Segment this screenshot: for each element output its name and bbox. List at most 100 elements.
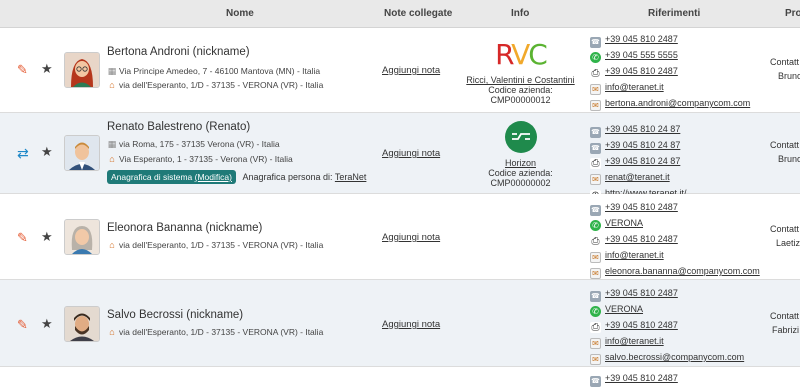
address-line: ⌂ via dell'Esperanto, 1/D - 37135 - VERON… [107, 80, 323, 90]
ref-fax[interactable]: ⎙ +39 045 810 24 87 [590, 153, 687, 169]
building-icon: ▦ [107, 66, 117, 76]
ref-email[interactable]: ✉ eleonora.bananna@companycom.com [590, 263, 760, 279]
pro-cell: Contatt [770, 57, 800, 67]
contact-name[interactable]: Renato Balestreno (Renato) [107, 121, 250, 133]
ref-email[interactable]: ✉ info@teranet.it [590, 247, 760, 263]
riferimenti-list: ☎ +39 045 810 2487 ✆ VERONA ⎙ +39 045 810 2… [590, 285, 744, 365]
riferimenti-list: ☎ +39 045 810 2487 [590, 372, 678, 387]
pencil-icon[interactable]: ✎ [17, 62, 28, 78]
ref-whatsapp[interactable]: ✆ VERONA [590, 215, 760, 231]
avatar [64, 306, 100, 342]
ref-phone[interactable]: ☎ +39 045 810 2487 [590, 372, 678, 387]
whatsapp-icon: ✆ [590, 52, 601, 63]
ref-phone[interactable]: ☎ +39 045 810 2487 [590, 199, 760, 216]
mail-icon: ✉ [590, 338, 601, 349]
ref-whatsapp[interactable]: ✆ +39 045 555 5555 [590, 47, 750, 63]
column-header-info[interactable]: Info [511, 8, 529, 19]
home-icon: ⌂ [109, 154, 115, 164]
mail-icon: ✉ [590, 252, 601, 263]
ref-fax[interactable]: ⎙ +39 045 810 2487 [590, 231, 760, 247]
table-row: ⇄ ★ Renato Balestreno (Renato) ▦ via Roma… [0, 113, 800, 201]
address-line: ⌂ via dell'Esperanto, 1/D - 37135 - VERON… [107, 240, 323, 250]
avatar [64, 135, 100, 171]
company-logo: RVC [495, 38, 548, 71]
company-code: Codice azienda: CMP00000012 [488, 85, 553, 105]
home-icon: ⌂ [109, 240, 115, 250]
mail-icon: ✉ [590, 100, 601, 111]
riferimenti-list: ☎ +39 045 810 2487 ✆ VERONA ⎙ +39 045 810 2… [590, 199, 760, 279]
ref-email[interactable]: ✉ salvo.becrossi@companycom.com [590, 349, 744, 365]
fax-icon: ⎙ [590, 236, 601, 247]
mail-icon: ✉ [590, 174, 601, 185]
company-logo [458, 120, 583, 155]
ref-email[interactable]: ✉ bertona.androni@companycom.com [590, 95, 750, 111]
company-info: RVC Ricci, Valentini e Costantini Codice… [458, 38, 583, 105]
pro-cell: Bruno [778, 71, 800, 81]
avatar [64, 52, 100, 88]
whatsapp-icon: ✆ [590, 220, 601, 231]
star-icon[interactable]: ★ [41, 229, 53, 245]
pencil-icon[interactable]: ✎ [17, 317, 28, 333]
company-link[interactable]: Ricci, Valentini e Costantini [458, 75, 583, 85]
star-icon[interactable]: ★ [41, 144, 53, 160]
add-note-link[interactable]: Aggiungi nota [382, 148, 440, 159]
pro-cell: Contatt [770, 140, 800, 150]
ref-fax[interactable]: ⎙ +39 045 810 2487 [590, 317, 744, 333]
pro-cell: Laetiz [776, 238, 800, 248]
sync-icon[interactable]: ⇄ [17, 145, 29, 162]
column-header-nome[interactable]: Nome [226, 8, 254, 19]
whatsapp-icon: ✆ [590, 306, 601, 317]
badge-row: Anagrafica di sistema (Modifica) Anagraf… [107, 170, 366, 184]
horizon-logo-icon [504, 121, 537, 153]
home-icon: ⌂ [109, 80, 115, 90]
add-note-link[interactable]: Aggiungi nota [382, 319, 440, 330]
table-header: Nome Note collegate Info Riferimenti Pro [0, 0, 800, 28]
column-header-riferimenti[interactable]: Riferimenti [648, 8, 700, 19]
add-note-link[interactable]: Aggiungi nota [382, 65, 440, 76]
company-code: Codice azienda: CMP00000002 [488, 168, 553, 188]
star-icon[interactable]: ★ [41, 61, 53, 77]
ref-fax[interactable]: ⎙ +39 045 810 2487 [590, 63, 750, 79]
ref-email[interactable]: ✉ renat@teranet.it [590, 169, 687, 185]
ref-phone[interactable]: ☎ +39 045 810 24 87 [590, 121, 687, 138]
riferimenti-list: ☎ +39 045 810 24 87 ☎ +39 045 810 24 87 ⎙ +… [590, 121, 687, 201]
address-line: ▦ Via Principe Amedeo, 7 - 46100 Mantova … [107, 66, 321, 76]
pro-cell: Contatt [770, 224, 800, 234]
ref-whatsapp[interactable]: ✆ VERONA [590, 301, 744, 317]
system-registry-badge: Anagrafica di sistema (Modifica) [107, 170, 236, 184]
mail-icon: ✉ [590, 84, 601, 95]
address-line: ▦ via Roma, 175 - 37135 Verona (VR) - Ita… [107, 139, 280, 149]
pro-cell: Bruno [778, 154, 800, 164]
star-icon[interactable]: ★ [41, 316, 53, 332]
company-link[interactable]: Horizon [458, 158, 583, 168]
phone-icon: ☎ [590, 376, 601, 387]
building-icon: ▦ [107, 139, 117, 149]
address-line: ⌂ Via Esperanto, 1 - 37135 - Verona (VR) … [107, 154, 292, 164]
contact-name[interactable]: Salvo Becrossi (nickname) [107, 309, 243, 321]
pencil-icon[interactable]: ✎ [17, 230, 28, 246]
table-row: ✎ ★ Bertona Androni (nickname) ▦ Via Prin… [0, 28, 800, 113]
company-info: Horizon Codice azienda: CMP00000002 [458, 120, 583, 188]
table-row: ✎ ★ Eleonora Bananna (nickname) ⌂ via del… [0, 194, 800, 280]
column-header-note[interactable]: Note collegate [384, 8, 452, 19]
pro-cell: Fabrizi [772, 325, 800, 335]
column-header-pro[interactable]: Pro [785, 8, 800, 19]
contact-name[interactable]: Bertona Androni (nickname) [107, 46, 250, 58]
ref-email[interactable]: ✉ info@teranet.it [590, 79, 750, 95]
ref-phone[interactable]: ☎ +39 045 810 2487 [590, 31, 750, 48]
add-note-link[interactable]: Aggiungi nota [382, 232, 440, 243]
fax-icon: ⎙ [590, 68, 601, 79]
ref-phone[interactable]: ☎ +39 045 810 24 87 [590, 137, 687, 154]
table-row: ✎ ★ Salvo Becrossi (nickname) ⌂ via dell'… [0, 280, 800, 367]
ref-email[interactable]: ✉ info@teranet.it [590, 333, 744, 349]
mail-icon: ✉ [590, 354, 601, 365]
contact-name[interactable]: Eleonora Bananna (nickname) [107, 222, 262, 234]
edit-registry-link[interactable]: (Modifica) [195, 172, 232, 182]
registry-owner-link[interactable]: TeraNet [335, 172, 367, 182]
fax-icon: ⎙ [590, 158, 601, 169]
avatar [64, 219, 100, 255]
mail-icon: ✉ [590, 268, 601, 279]
pro-cell: Contatt [770, 311, 800, 321]
table-row: ☎ +39 045 810 2487 [0, 367, 800, 387]
ref-phone[interactable]: ☎ +39 045 810 2487 [590, 285, 744, 302]
